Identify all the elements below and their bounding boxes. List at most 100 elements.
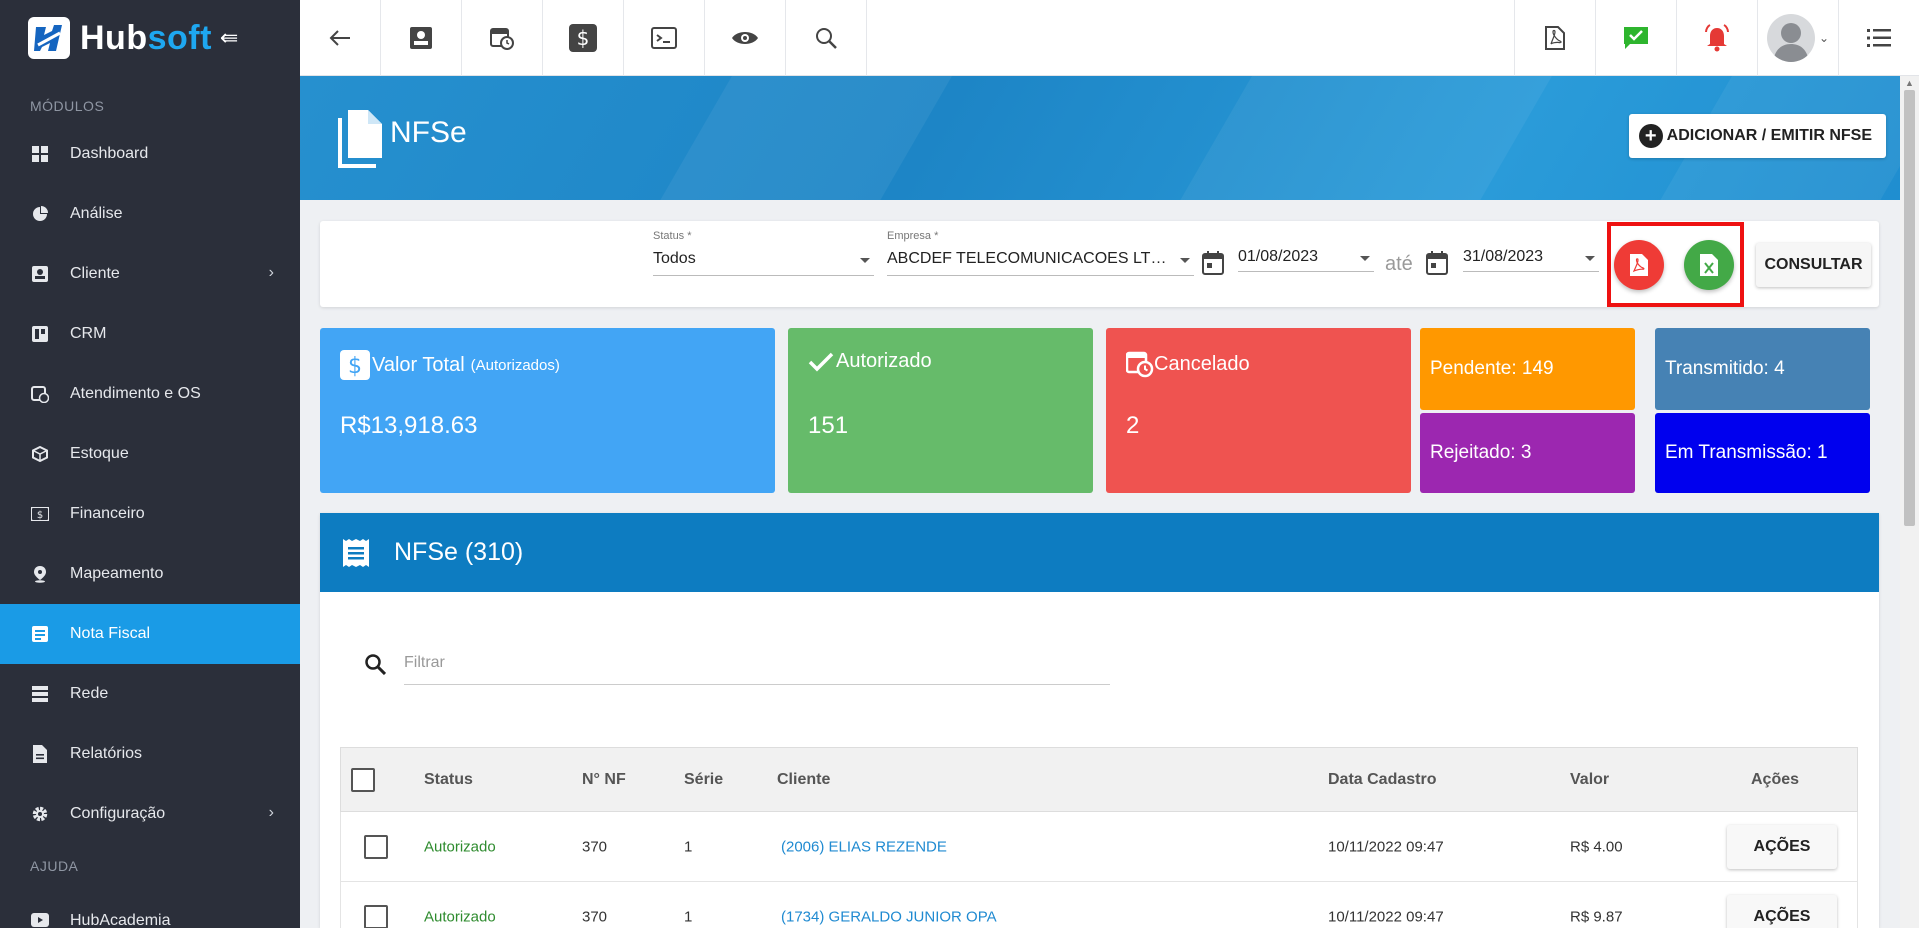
row-cliente-link[interactable]: (2006) ELIAS REZENDE	[781, 838, 947, 855]
page-scrollbar[interactable]: ▲	[1900, 76, 1919, 928]
brand[interactable]: Hubsoft ⇚	[0, 0, 300, 76]
em-transmissao-card[interactable]: Em Transmissão: 1	[1655, 413, 1870, 493]
sidebar-item-financeiro[interactable]: $ Financeiro	[0, 484, 300, 544]
header-decoration	[593, 76, 987, 200]
sidebar-item-label: Atendimento e OS	[70, 385, 201, 402]
pendente-card[interactable]: Pendente: 149	[1420, 328, 1635, 410]
row-acoes-button[interactable]: AÇÕES	[1727, 894, 1837, 928]
scrollbar-thumb[interactable]	[1904, 90, 1915, 526]
status-select[interactable]: Status * Todos	[653, 230, 874, 276]
select-all-checkbox[interactable]	[351, 767, 375, 792]
sidebar-item-label: Cliente	[70, 265, 120, 282]
scroll-up-icon[interactable]: ▲	[1905, 78, 1914, 88]
video-icon	[30, 910, 50, 928]
finance-button[interactable]: $	[543, 0, 624, 76]
calendar-clock-icon	[1126, 351, 1154, 378]
valor-total-subtitle: (Autorizados)	[470, 356, 560, 374]
row-checkbox[interactable]	[364, 904, 388, 928]
collapse-sidebar-icon[interactable]: ⇚	[220, 25, 238, 51]
export-excel-button[interactable]	[1684, 240, 1734, 290]
eye-icon	[732, 32, 758, 44]
sidebar-item-label: HubAcademia	[70, 912, 171, 928]
row-data: 10/11/2022 09:47	[1328, 908, 1444, 925]
empresa-select[interactable]: Empresa * ABCDEF TELECOMUNICACOES LTDA..…	[887, 230, 1194, 276]
status-label: Status *	[653, 230, 692, 242]
calendar-icon[interactable]	[1426, 251, 1448, 275]
row-valor: R$ 9.87	[1570, 908, 1623, 925]
sidebar-item-mapeamento[interactable]: Mapeamento	[0, 544, 300, 604]
date-to-field[interactable]: 31/08/2023	[1463, 230, 1599, 272]
search-icon	[816, 28, 837, 49]
sidebar-item-configuracao[interactable]: Configuração ›	[0, 784, 300, 844]
sidebar-item-rede[interactable]: Rede	[0, 664, 300, 724]
chat-check-icon	[1624, 27, 1648, 49]
pdf-file-button[interactable]	[1514, 0, 1595, 76]
date-from-field[interactable]: 01/08/2023	[1238, 230, 1374, 272]
view-button[interactable]	[705, 0, 786, 76]
alerts-button[interactable]	[1676, 0, 1757, 76]
column-data-cadastro[interactable]: Data Cadastro	[1328, 771, 1436, 789]
export-pdf-button[interactable]	[1614, 240, 1664, 290]
row-cliente-link[interactable]: (1734) GERALDO JUNIOR OPA	[781, 908, 997, 925]
column-acoes: Ações	[1751, 770, 1800, 788]
sidebar-item-label: CRM	[70, 325, 107, 342]
valor-total-value: R$13,918.63	[340, 412, 478, 439]
dropdown-arrow-icon	[1585, 256, 1595, 261]
until-label: até	[1385, 253, 1413, 275]
cancelado-card: Cancelado 2	[1106, 328, 1411, 493]
row-valor: R$ 4.00	[1570, 838, 1623, 855]
contact-card-button[interactable]	[381, 0, 462, 76]
add-emit-nfse-label: ADICIONAR / EMITIR NFSE	[1666, 127, 1872, 144]
sidebar-item-atendimento[interactable]: Atendimento e OS	[0, 364, 300, 424]
column-status[interactable]: Status	[424, 771, 473, 789]
consultar-button[interactable]: CONSULTAR	[1756, 243, 1871, 287]
user-menu[interactable]: ⌄	[1757, 0, 1838, 76]
row-status: Autorizado	[424, 908, 496, 925]
chevron-right-icon: ›	[268, 804, 274, 821]
column-nf[interactable]: N° NF	[582, 771, 626, 789]
back-button[interactable]	[300, 0, 381, 76]
sidebar-item-relatorios[interactable]: Relatórios	[0, 724, 300, 784]
row-checkbox[interactable]	[364, 834, 388, 859]
row-status: Autorizado	[424, 838, 496, 855]
chevron-right-icon: ›	[268, 264, 274, 281]
filter-input[interactable]	[404, 641, 1110, 685]
messages-button[interactable]	[1595, 0, 1676, 76]
add-emit-nfse-button[interactable]: + ADICIONAR / EMITIR NFSE	[1628, 114, 1886, 158]
sidebar-item-label: Nota Fiscal	[70, 625, 151, 642]
sidebar-item-analise[interactable]: Análise	[0, 184, 300, 244]
sidebar-item-label: Dashboard	[70, 145, 149, 162]
gear-icon	[30, 804, 50, 824]
money-icon: $	[569, 24, 597, 52]
sidebar-item-crm[interactable]: CRM	[0, 304, 300, 364]
sidebar-item-label: Rede	[70, 685, 109, 702]
empresa-label: Empresa *	[887, 230, 939, 242]
sidebar-item-nota-fiscal[interactable]: Nota Fiscal	[0, 604, 300, 664]
column-serie[interactable]: Série	[684, 771, 723, 789]
calendar-icon[interactable]	[1202, 251, 1224, 275]
menu-list-button[interactable]	[1838, 0, 1919, 76]
autorizado-card: Autorizado 151	[788, 328, 1093, 493]
transmitido-card[interactable]: Transmitido: 4	[1655, 328, 1870, 410]
sidebar-item-label: Relatórios	[70, 745, 143, 762]
autorizado-title: Autorizado	[836, 350, 932, 372]
sidebar-item-hubacademia[interactable]: HubAcademia	[0, 884, 300, 928]
sidebar-item-cliente[interactable]: Cliente ›	[0, 244, 300, 304]
sidebar-item-dashboard[interactable]: Dashboard	[0, 124, 300, 184]
column-valor[interactable]: Valor	[1570, 771, 1609, 789]
rejeitado-card[interactable]: Rejeitado: 3	[1420, 413, 1635, 493]
table-row: Autorizado 370 1 (1734) GERALDO JUNIOR O…	[340, 882, 1858, 928]
sidebar: Hubsoft ⇚ MÓDULOS Dashboard Análise Clie…	[0, 0, 300, 928]
terminal-button[interactable]	[624, 0, 705, 76]
date-from-value: 01/08/2023	[1238, 248, 1319, 265]
sidebar-item-estoque[interactable]: Estoque	[0, 424, 300, 484]
svg-text:$: $	[577, 26, 590, 50]
row-acoes-button[interactable]: AÇÕES	[1727, 824, 1837, 869]
sidebar-item-label: Financeiro	[70, 505, 145, 522]
schedule-button[interactable]	[462, 0, 543, 76]
column-cliente[interactable]: Cliente	[777, 771, 830, 789]
autorizado-value: 151	[808, 412, 849, 439]
page-header: NFSe + ADICIONAR / EMITIR NFSE	[300, 76, 1900, 200]
search-button[interactable]	[786, 0, 867, 76]
top-toolbar: $ ⌄	[300, 0, 1919, 76]
